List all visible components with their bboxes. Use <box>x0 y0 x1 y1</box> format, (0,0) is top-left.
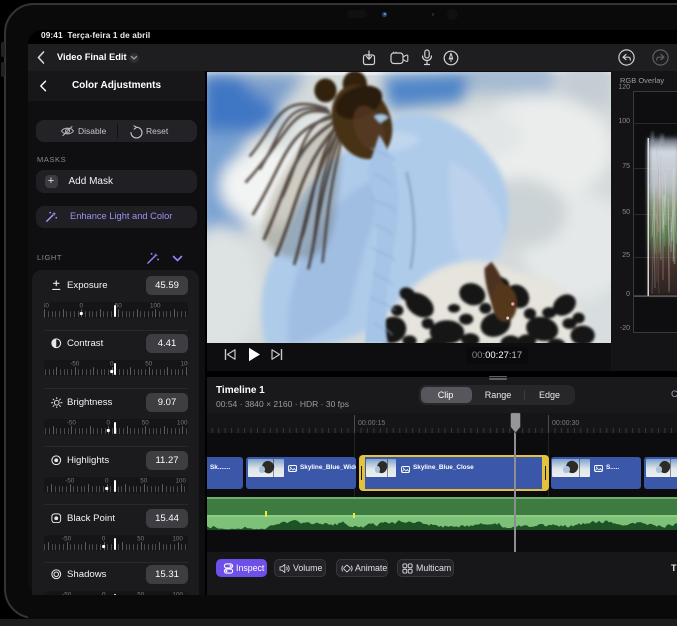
svg-text:100: 100 <box>175 477 186 484</box>
svg-text:00:00:30: 00:00:30 <box>552 420 579 427</box>
svg-text:100: 100 <box>177 419 188 426</box>
svg-text:50: 50 <box>142 419 150 426</box>
svg-text:100: 100 <box>150 303 161 310</box>
svg-text:100: 100 <box>172 535 183 542</box>
svg-text:50: 50 <box>137 535 145 542</box>
svg-text:0: 0 <box>110 361 114 368</box>
svg-text:0: 0 <box>107 419 111 426</box>
svg-text:-50: -50 <box>62 535 72 542</box>
svg-text:-50: -50 <box>67 419 77 426</box>
svg-text:100: 100 <box>180 361 188 368</box>
svg-text:-50: -50 <box>70 361 80 368</box>
svg-text:0: 0 <box>102 535 106 542</box>
svg-text:50: 50 <box>145 361 153 368</box>
svg-text:50: 50 <box>140 477 148 484</box>
svg-text:-50: -50 <box>44 303 49 310</box>
svg-text:00:00:15: 00:00:15 <box>358 420 385 427</box>
svg-text:0: 0 <box>80 303 84 310</box>
svg-text:-50: -50 <box>65 477 75 484</box>
svg-text:0: 0 <box>105 477 109 484</box>
